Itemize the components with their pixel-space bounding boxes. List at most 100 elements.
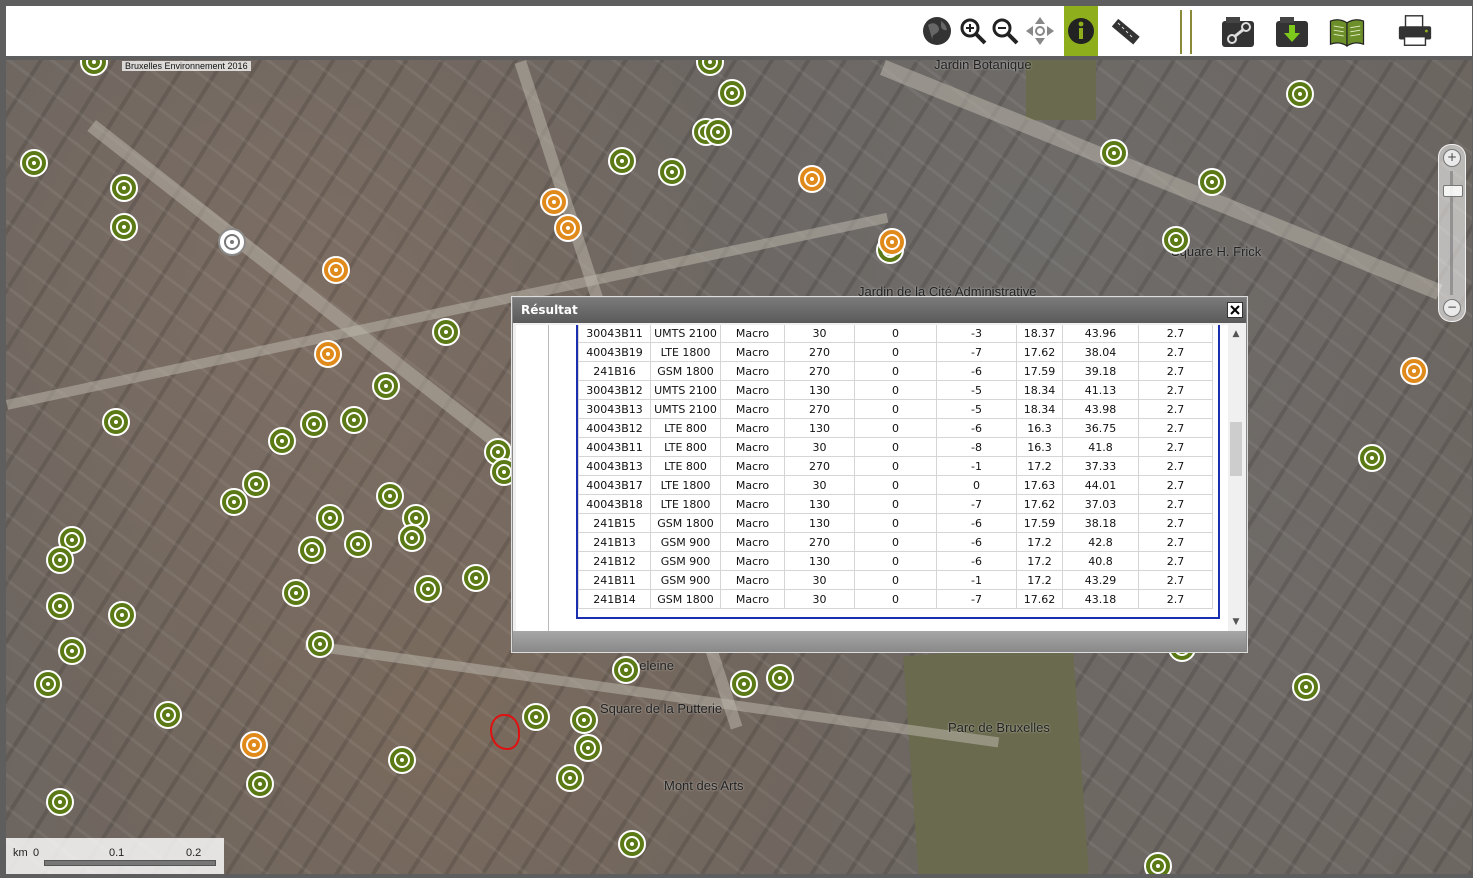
antenna-site-marker[interactable] <box>246 770 274 798</box>
table-row[interactable]: 241B15 GSM 1800 Macro 130 0 -6 17.59 38.18 2.7 <box>578 513 1213 533</box>
table-row[interactable]: 241B14 GSM 1800 Macro 30 0 -7 17.62 43.18 2.7 <box>578 589 1213 609</box>
antenna-site-marker[interactable] <box>376 482 404 510</box>
antenna-site-marker[interactable] <box>556 764 584 792</box>
antenna-site-marker[interactable] <box>46 546 74 574</box>
antenna-site-marker[interactable] <box>730 670 758 698</box>
antenna-site-marker[interactable] <box>1144 852 1172 874</box>
antenna-site-marker[interactable] <box>34 670 62 698</box>
table-row[interactable]: 241B13 GSM 900 Macro 270 0 -6 17.2 42.8 2.7 <box>578 532 1213 552</box>
close-button[interactable] <box>1227 302 1243 318</box>
scroll-up-arrow[interactable]: ▲ <box>1230 328 1242 340</box>
antenna-site-marker[interactable] <box>878 228 906 256</box>
antenna-site-marker[interactable] <box>398 524 426 552</box>
table-cell: Macro <box>720 437 785 457</box>
scroll-down-arrow[interactable]: ▼ <box>1230 616 1242 628</box>
antenna-site-marker[interactable] <box>612 656 640 684</box>
antenna-site-marker[interactable] <box>388 746 416 774</box>
table-row[interactable]: 40043B18 LTE 1800 Macro 130 0 -7 17.62 37.03 2.7 <box>578 494 1213 514</box>
pan-button[interactable] <box>1021 12 1059 50</box>
antenna-site-marker[interactable] <box>154 701 182 729</box>
table-row[interactable]: 40043B19 LTE 1800 Macro 270 0 -7 17.62 38.04 2.7 <box>578 342 1213 362</box>
antenna-site-marker[interactable] <box>1292 673 1320 701</box>
antenna-site-marker[interactable] <box>340 406 368 434</box>
antenna-site-marker[interactable] <box>462 564 490 592</box>
table-row[interactable]: 40043B12 LTE 800 Macro 130 0 -6 16.3 36.75 2.7 <box>578 418 1213 438</box>
antenna-icon <box>306 416 322 432</box>
antenna-icon <box>546 194 562 210</box>
table-row[interactable]: 40043B11 LTE 800 Macro 30 0 -8 16.3 41.8 2.7 <box>578 437 1213 457</box>
antenna-site-marker[interactable] <box>704 118 732 146</box>
antenna-site-marker[interactable] <box>314 340 342 368</box>
table-row[interactable]: 30043B13 UMTS 2100 Macro 270 0 -5 18.34 43.98 2.… <box>578 399 1213 419</box>
antenna-site-marker[interactable] <box>554 214 582 242</box>
antenna-site-marker[interactable] <box>1358 444 1386 472</box>
antenna-site-marker[interactable] <box>322 256 350 284</box>
antenna-site-marker[interactable] <box>316 504 344 532</box>
dialog-scrollbar[interactable]: ▲ ▼ <box>1229 328 1243 628</box>
table-row[interactable]: 241B16 GSM 1800 Macro 270 0 -6 17.59 39.18 2.7 <box>578 361 1213 381</box>
antenna-site-marker[interactable] <box>570 706 598 734</box>
antenna-site-marker[interactable] <box>282 579 310 607</box>
antenna-site-marker[interactable] <box>608 147 636 175</box>
antenna-site-marker[interactable] <box>300 410 328 438</box>
table-row[interactable]: 241B12 GSM 900 Macro 130 0 -6 17.2 40.8 2.7 <box>578 551 1213 571</box>
antenna-site-marker[interactable] <box>618 830 646 858</box>
antenna-site-marker[interactable] <box>110 213 138 241</box>
antenna-site-marker[interactable] <box>306 630 334 658</box>
antenna-site-marker[interactable] <box>1100 139 1128 167</box>
zoom-handle[interactable] <box>1443 185 1463 197</box>
info-button[interactable] <box>1062 12 1100 50</box>
antenna-site-marker[interactable] <box>242 470 270 498</box>
antenna-site-marker[interactable] <box>574 734 602 762</box>
table-row[interactable]: 30043B12 UMTS 2100 Macro 130 0 -5 18.34 41.13 2.… <box>578 380 1213 400</box>
antenna-site-marker[interactable] <box>58 637 86 665</box>
antenna-site-marker[interactable] <box>108 601 136 629</box>
table-row[interactable]: 30043B11 UMTS 2100 Macro 30 0 -3 18.37 43.96 2.7 <box>578 325 1213 343</box>
antenna-site-marker[interactable] <box>46 788 74 816</box>
print-button[interactable] <box>1396 12 1434 50</box>
antenna-site-marker[interactable] <box>344 530 372 558</box>
antenna-site-marker[interactable] <box>102 408 130 436</box>
antenna-site-marker[interactable] <box>798 165 826 193</box>
download-button[interactable] <box>1274 12 1312 50</box>
help-book-button[interactable] <box>1328 12 1366 50</box>
antenna-site-marker[interactable] <box>522 703 550 731</box>
table-cell: 40043B12 <box>578 418 651 438</box>
zoom-out-button[interactable] <box>986 12 1024 50</box>
antenna-site-marker[interactable] <box>696 60 724 76</box>
zoom-slider[interactable]: + − <box>1438 144 1466 322</box>
antenna-icon <box>1150 858 1166 874</box>
antenna-site-marker[interactable] <box>218 228 246 256</box>
antenna-site-marker[interactable] <box>220 488 248 516</box>
antenna-site-marker[interactable] <box>1162 226 1190 254</box>
antenna-site-marker[interactable] <box>268 427 296 455</box>
antenna-site-marker[interactable] <box>414 575 442 603</box>
antenna-site-marker[interactable] <box>46 592 74 620</box>
antenna-site-marker[interactable] <box>718 79 746 107</box>
antenna-site-marker[interactable] <box>80 60 108 76</box>
antenna-site-marker[interactable] <box>658 158 686 186</box>
table-row[interactable]: 241B11 GSM 900 Macro 30 0 -1 17.2 43.29 2.7 <box>578 570 1213 590</box>
antenna-site-marker[interactable] <box>766 664 794 692</box>
antenna-site-marker[interactable] <box>432 318 460 346</box>
antenna-site-marker[interactable] <box>1286 80 1314 108</box>
dialog-header[interactable]: Résultat <box>513 298 1246 323</box>
table-cell: Macro <box>720 532 785 552</box>
zoom-minus-button[interactable]: − <box>1443 299 1461 317</box>
table-cell: -6 <box>936 418 1017 438</box>
antenna-site-marker[interactable] <box>540 188 568 216</box>
antenna-site-marker[interactable] <box>240 731 268 759</box>
antenna-site-marker[interactable] <box>372 372 400 400</box>
antenna-site-marker[interactable] <box>298 536 326 564</box>
zoom-plus-button[interactable]: + <box>1443 149 1461 167</box>
link-button[interactable] <box>1220 12 1258 50</box>
antenna-site-marker[interactable] <box>1198 168 1226 196</box>
table-row[interactable]: 40043B13 LTE 800 Macro 270 0 -1 17.2 37.33 2.7 <box>578 456 1213 476</box>
globe-button[interactable] <box>918 12 956 50</box>
scroll-thumb[interactable] <box>1230 422 1242 476</box>
antenna-site-marker[interactable] <box>20 149 48 177</box>
antenna-site-marker[interactable] <box>110 174 138 202</box>
table-row[interactable]: 40043B17 LTE 1800 Macro 30 0 0 17.63 44.01 2.7 <box>578 475 1213 495</box>
antenna-site-marker[interactable] <box>1400 357 1428 385</box>
measure-button[interactable] <box>1106 12 1144 50</box>
